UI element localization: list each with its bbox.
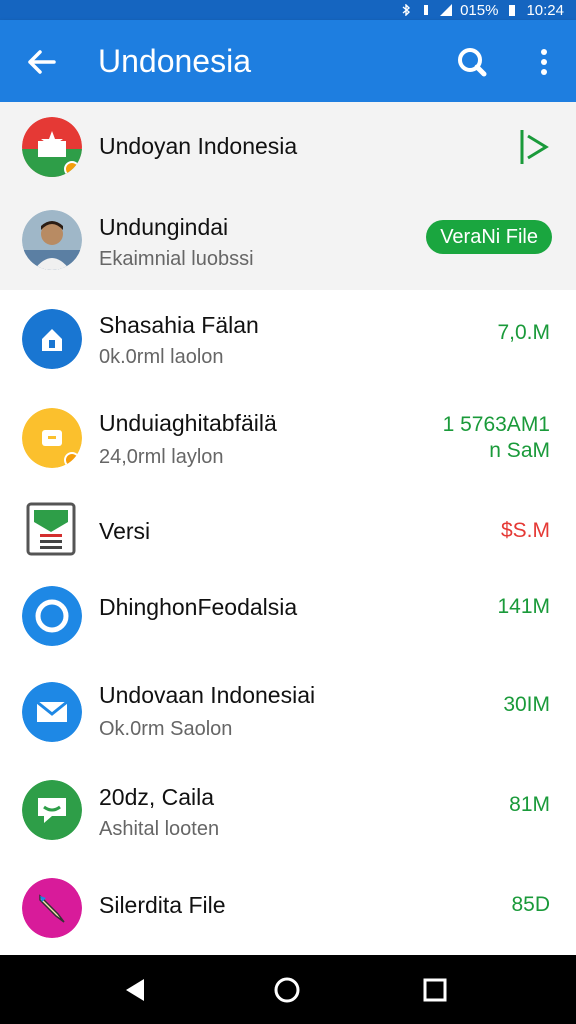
item-subtitle: 0k.0rml laolon	[99, 346, 224, 368]
clock: 10:24	[526, 1, 564, 19]
item-title: DhinghonFeodalsia	[99, 594, 298, 620]
item-title: Versi	[99, 518, 151, 544]
folder-icon	[22, 408, 82, 468]
list-item[interactable]: Unduiaghitabfäilä 24,0rml laylon 1 5763A…	[0, 388, 576, 489]
item-subtitle: Ashital looten	[99, 818, 220, 840]
signal-icon	[440, 4, 453, 16]
more-vertical-icon[interactable]	[524, 42, 564, 82]
item-size: 7,0.M	[497, 321, 550, 344]
list-item[interactable]: Undovaan Indonesiai Ok.0rm Saolon 30IM	[0, 662, 576, 763]
triangle-back-icon[interactable]	[118, 973, 152, 1007]
vibrate-icon	[424, 5, 429, 15]
system-nav-bar	[0, 955, 576, 1024]
list-item[interactable]: Shasahia Fälan 0k.0rml laolon 7,0.M	[0, 290, 576, 389]
item-size-secondary: n SaM	[489, 439, 550, 462]
avatar	[22, 210, 82, 270]
item-title: Undoyan Indonesia	[99, 133, 298, 159]
item-size: $S.M	[500, 519, 550, 542]
list-item[interactable]: Versi $S.M	[0, 488, 576, 575]
page-title: Undonesia	[98, 43, 251, 79]
item-size: 81M	[509, 793, 550, 816]
item-title: Unduiaghitabfäilä	[99, 410, 277, 436]
indonesia-flag-icon	[22, 117, 82, 177]
list-item[interactable]: DhinghonFeodalsia 141M	[0, 574, 576, 663]
sync-circle-icon	[22, 586, 82, 646]
circle-home-icon[interactable]	[270, 973, 304, 1007]
item-size: 30IM	[503, 693, 550, 716]
item-title: Shasahia Fälan	[99, 312, 259, 338]
battery-percent: 015%	[460, 1, 499, 19]
item-subtitle: 24,0rml laylon	[99, 446, 224, 468]
document-icon	[26, 502, 76, 556]
arrow-left-icon[interactable]	[22, 42, 62, 82]
item-subtitle: Ok.0rm Saolon	[99, 718, 233, 740]
item-size: 141M	[497, 595, 550, 618]
item-title: Silerdita File	[99, 892, 226, 918]
bluetooth-icon	[402, 4, 411, 16]
item-title: Undungindai	[99, 214, 229, 240]
item-size: 85D	[511, 893, 550, 916]
login-arrow-icon[interactable]	[518, 128, 550, 166]
item-title: 20dz, Caila	[99, 784, 215, 810]
chat-bubble-icon	[22, 780, 82, 840]
status-badge[interactable]: VeraNi File	[426, 220, 552, 254]
list-item[interactable]: Undungindai Ekaimnial luobssi VeraNi Fil…	[0, 192, 576, 291]
square-recents-icon[interactable]	[418, 973, 452, 1007]
item-subtitle: Ekaimnial luobssi	[99, 248, 254, 270]
list-item[interactable]: Undoyan Indonesia	[0, 102, 576, 193]
list-item[interactable]: Silerdita File 85D	[0, 860, 576, 955]
mail-icon	[22, 682, 82, 742]
list-item[interactable]: 20dz, Caila Ashital looten 81M	[0, 762, 576, 861]
battery-icon	[509, 5, 516, 16]
storage-house-icon	[22, 309, 82, 369]
pen-tool-icon	[22, 878, 82, 938]
status-bar: 015% 10:24	[0, 0, 576, 20]
search-icon[interactable]	[452, 42, 492, 82]
item-title: Undovaan Indonesiai	[99, 682, 316, 708]
app-bar: Undonesia	[0, 20, 576, 102]
item-size: 1 5763AM1	[442, 413, 550, 436]
